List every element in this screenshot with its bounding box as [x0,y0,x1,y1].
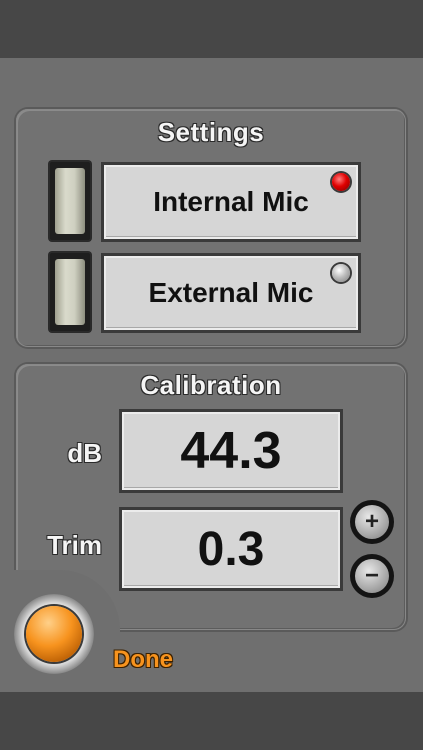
internal-mic-label: Internal Mic [153,186,309,217]
done-button[interactable] [14,594,94,674]
top-bar [0,0,423,58]
plus-icon: + [355,505,389,539]
trim-increase-button[interactable]: + [350,500,394,544]
external-mic-indicator-icon [332,264,350,282]
minus-icon: − [355,559,389,593]
internal-mic-switch[interactable] [50,162,90,240]
db-value: 44.3 [180,422,282,480]
trim-readout: 0.3 [119,507,343,591]
internal-mic-button[interactable]: Internal Mic [101,162,361,242]
trim-decrease-button[interactable]: − [350,554,394,598]
trim-value: 0.3 [197,522,265,576]
bottom-bar [0,692,423,750]
settings-title: Settings [157,117,265,147]
internal-mic-indicator-icon [332,173,350,191]
done-button-icon [26,606,82,662]
internal-mic-switch-knob [55,168,85,234]
db-label: dB [67,438,102,468]
external-mic-button[interactable]: External Mic [101,253,361,333]
trim-label: Trim [47,530,102,560]
external-mic-label: External Mic [148,277,314,308]
external-mic-switch-knob [55,259,85,325]
external-mic-switch[interactable] [50,253,90,331]
db-readout: 44.3 [119,409,343,493]
done-label[interactable]: Done [113,646,173,674]
calibration-title: Calibration [140,370,282,400]
